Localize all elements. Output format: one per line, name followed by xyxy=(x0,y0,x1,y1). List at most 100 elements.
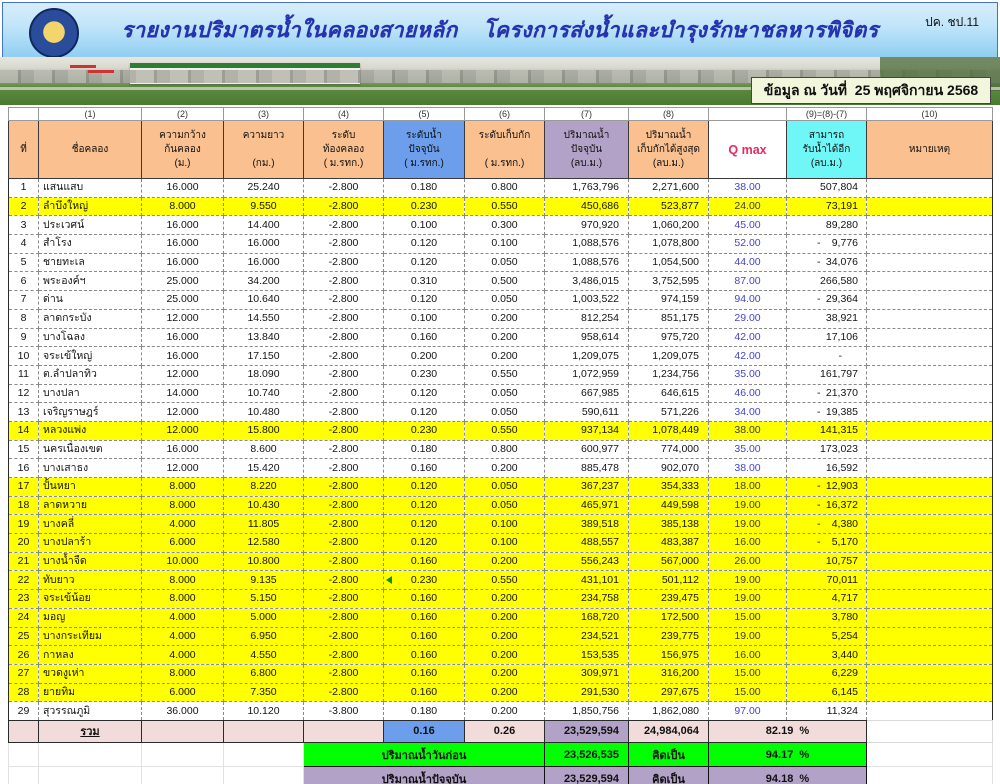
summary-row-current: ปริมาณน้ำปัจจุบัน 23,529,594 คิดเป็น 94.… xyxy=(9,767,993,784)
cell-remaining-capacity: 6,229 xyxy=(787,664,867,683)
cell-qmax: 29.00 xyxy=(709,309,787,328)
cell-canal-name: จระเข้น้อย xyxy=(39,590,142,609)
column-number-label: (6) xyxy=(465,108,545,121)
total-row: รวม 0.16 0.26 23,529,594 24,984,064 82.1… xyxy=(9,720,993,742)
cell-qmax: 19.00 xyxy=(709,571,787,590)
canal-row: 16บางเสาธง12.00015.420-2.8000.1600.20088… xyxy=(9,459,993,478)
cell-canal-name: นครเนื่องเขต xyxy=(39,440,142,459)
cell-canal-name: มอญ xyxy=(39,608,142,627)
canal-water-table: (1)(2)(3)(4)(5)(6)(7)(8)(9)=(8)-(7)(10) … xyxy=(8,107,993,784)
cell-bottom-width: 8.000 xyxy=(142,664,224,683)
cell-current-volume: 1,088,576 xyxy=(545,253,629,272)
report-page: ♛ รายงานปริมาตรน้ำในคลองสายหลัก โครงการส… xyxy=(0,0,1000,784)
cell-row-number: 5 xyxy=(9,253,39,272)
cell-storage-level: 0.500 xyxy=(465,272,545,291)
cell-qmax: 15.00 xyxy=(709,664,787,683)
comment-marker xyxy=(386,576,392,584)
cell-bed-level: -2.800 xyxy=(304,646,384,665)
cell-storage-level: 0.050 xyxy=(465,384,545,403)
cell-row-number: 27 xyxy=(9,664,39,683)
cell-remark xyxy=(867,384,993,403)
cell-max-volume: 523,877 xyxy=(629,197,709,216)
cell-remark xyxy=(867,365,993,384)
cell-canal-name: ต.ลำปลาทิว xyxy=(39,365,142,384)
cell-bed-level: -2.800 xyxy=(304,515,384,534)
canal-row: 22ทับยาว8.0009.135-2.8000.2300.550431,10… xyxy=(9,571,993,590)
cell-length: 10.430 xyxy=(224,496,304,515)
cell-bottom-width: 25.000 xyxy=(142,291,224,310)
total-label-cell: รวม xyxy=(39,720,142,742)
cell-remaining-capacity: 266,580 xyxy=(787,272,867,291)
summary-percent: 94.17 % xyxy=(709,742,867,767)
cell-max-volume: 385,138 xyxy=(629,515,709,534)
cell-canal-name: บางโฉลง xyxy=(39,328,142,347)
canal-row: 5ชายทะเล16.00016.000-2.8000.1200.0501,08… xyxy=(9,253,993,272)
cell-qmax: 38.00 xyxy=(709,459,787,478)
cell-bed-level: -2.800 xyxy=(304,534,384,553)
cell-row-number: 11 xyxy=(9,365,39,384)
cell-bottom-width: 4.000 xyxy=(142,608,224,627)
cell-remark xyxy=(867,683,993,702)
column-number-label: (3) xyxy=(224,108,304,121)
total-empty-cell xyxy=(304,720,384,742)
cell-bottom-width: 8.000 xyxy=(142,590,224,609)
column-header-no: ที่ xyxy=(9,121,39,179)
column-number-label: (9)=(8)-(7) xyxy=(787,108,867,121)
cell-length: 10.740 xyxy=(224,384,304,403)
cell-qmax: 18.00 xyxy=(709,478,787,497)
cell-current-volume: 556,243 xyxy=(545,552,629,571)
cell-remaining-capacity: 5,254 xyxy=(787,627,867,646)
cell-current-volume: 958,614 xyxy=(545,328,629,347)
cell-current-volume: 812,254 xyxy=(545,309,629,328)
column-number-label: (7) xyxy=(545,108,629,121)
cell-remaining-capacity: 173,023 xyxy=(787,440,867,459)
cell-storage-level: 0.800 xyxy=(465,179,545,198)
cell-remaining-capacity: 73,191 xyxy=(787,197,867,216)
cell-qmax: 34.00 xyxy=(709,403,787,422)
cell-bottom-width: 16.000 xyxy=(142,328,224,347)
cell-storage-level: 0.200 xyxy=(465,646,545,665)
cell-current-level: 0.230 xyxy=(384,197,465,216)
cell-current-volume: 885,478 xyxy=(545,459,629,478)
cell-storage-level: 0.100 xyxy=(465,515,545,534)
column-header-remain: สามารถรับน้ำได้อีก(ลบ.ม.) xyxy=(787,121,867,179)
cell-storage-level: 0.200 xyxy=(465,702,545,721)
cell-storage-level: 0.300 xyxy=(465,216,545,235)
cell-current-volume: 389,518 xyxy=(545,515,629,534)
cell-bottom-width: 10.000 xyxy=(142,552,224,571)
cell-remaining-capacity: 507,804 xyxy=(787,179,867,198)
cell-current-volume: 1,850,756 xyxy=(545,702,629,721)
cell-remark xyxy=(867,552,993,571)
cell-bed-level: -2.800 xyxy=(304,683,384,702)
cell-current-level: 0.160 xyxy=(384,328,465,347)
cell-remaining-capacity: 89,280 xyxy=(787,216,867,235)
cell-length: 10.640 xyxy=(224,291,304,310)
cell-row-number: 14 xyxy=(9,421,39,440)
cell-qmax: 24.00 xyxy=(709,197,787,216)
cell-bed-level: -2.800 xyxy=(304,272,384,291)
cell-current-level: 0.180 xyxy=(384,702,465,721)
cell-max-volume: 483,387 xyxy=(629,534,709,553)
cell-canal-name: ปั้นหยา xyxy=(39,478,142,497)
cell-current-level: 0.120 xyxy=(384,403,465,422)
cell-row-number: 28 xyxy=(9,683,39,702)
cell-bed-level: -2.800 xyxy=(304,365,384,384)
cell-bed-level: -2.800 xyxy=(304,440,384,459)
report-title: รายงานปริมาตรน้ำในคลองสายหลัก โครงการส่ง… xyxy=(121,14,878,47)
cell-current-level: 0.120 xyxy=(384,515,465,534)
cell-remark xyxy=(867,179,993,198)
cell-qmax: 35.00 xyxy=(709,440,787,459)
canal-row: 9บางโฉลง16.00013.840-2.8000.1600.200958,… xyxy=(9,328,993,347)
cell-current-level: 0.160 xyxy=(384,552,465,571)
canal-row: 3ประเวศน์16.00014.400-2.8000.1000.300970… xyxy=(9,216,993,235)
cell-canal-name: บางปลา xyxy=(39,384,142,403)
cell-qmax: 44.00 xyxy=(709,253,787,272)
cell-canal-name: ทับยาว xyxy=(39,571,142,590)
cell-row-number: 25 xyxy=(9,627,39,646)
cell-length: 7.350 xyxy=(224,683,304,702)
cell-canal-name: พระองค์ฯ xyxy=(39,272,142,291)
cell-remaining-capacity: 161,797 xyxy=(787,365,867,384)
cell-remark xyxy=(867,702,993,721)
cell-remaining-capacity: -4,380 xyxy=(787,515,867,534)
cell-remaining-capacity: 16,592 xyxy=(787,459,867,478)
